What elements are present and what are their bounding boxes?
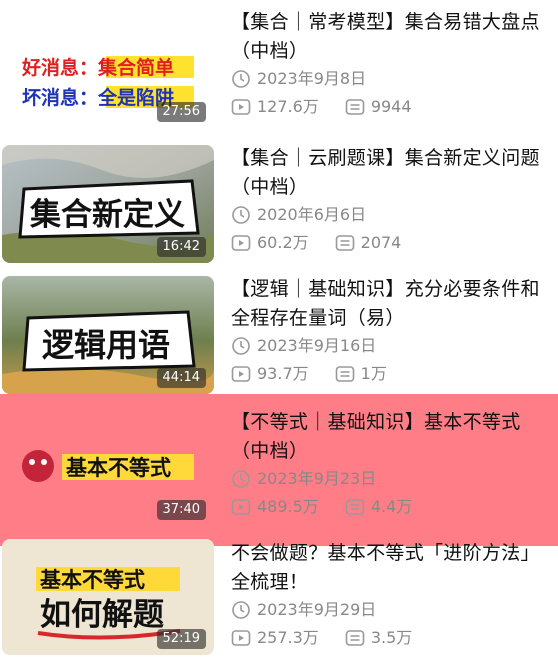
thumb-line-1: 好消息：集合简单 xyxy=(21,56,174,79)
thumb-line-2: 坏消息：全是陷阱 xyxy=(22,86,174,109)
thumb-line-1: 基本不等式 xyxy=(40,568,145,592)
view-count-value: 489.5万 xyxy=(257,497,319,516)
comment-count: 9944 xyxy=(345,96,412,118)
video-item-highlighted[interactable]: 基本不等式 37:40 【不等式｜基础知识】基本不等式（中档） 2023年9月2… xyxy=(0,394,558,546)
video-thumbnail[interactable]: 好消息：集合简单 坏消息：全是陷阱 27:56 xyxy=(2,10,214,128)
play-icon xyxy=(231,235,251,251)
comment-count-value: 4.4万 xyxy=(370,497,413,516)
video-date: 2023年9月23日 xyxy=(257,469,377,488)
video-title[interactable]: 【逻辑｜基础知识】充分必要条件和全程存在量词（易） xyxy=(231,275,549,333)
video-list: 好消息：集合简单 坏消息：全是陷阱 27:56 【集合｜常考模型】集合易错大盘点… xyxy=(0,0,558,664)
video-date: 2023年9月16日 xyxy=(257,336,377,355)
video-title[interactable]: 【不等式｜基础知识】基本不等式（中档） xyxy=(231,408,549,466)
clock-icon xyxy=(232,337,250,355)
video-date: 2023年9月29日 xyxy=(257,600,377,619)
view-count: 60.2万 xyxy=(231,232,309,254)
video-title[interactable]: 【集合｜常考模型】集合易错大盘点（中档） xyxy=(231,8,549,66)
view-count-value: 60.2万 xyxy=(257,233,309,252)
comment-count: 3.5万 xyxy=(345,627,412,649)
comment-icon xyxy=(345,630,365,646)
video-thumbnail[interactable]: 基本不等式 如何解题 52:19 xyxy=(2,539,214,655)
video-duration: 27:56 xyxy=(156,102,206,122)
view-count-value: 127.6万 xyxy=(257,97,319,116)
comment-count-value: 1万 xyxy=(360,364,387,383)
video-info: 【集合｜云刷题课】集合新定义问题（中档） 2020年6月6日 60.2万 207… xyxy=(231,144,549,254)
video-date: 2020年6月6日 xyxy=(257,205,367,224)
video-item[interactable]: 集合新定义 16:42 【集合｜云刷题课】集合新定义问题（中档） 2020年6月… xyxy=(0,130,558,263)
play-icon xyxy=(231,630,251,646)
view-count: 93.7万 xyxy=(231,363,309,385)
comment-icon xyxy=(345,499,365,515)
video-stats-row: 489.5万 4.4万 xyxy=(231,496,549,518)
comment-count: 4.4万 xyxy=(345,496,412,518)
view-count-value: 257.3万 xyxy=(257,628,319,647)
comment-count-value: 2074 xyxy=(360,233,402,252)
view-count: 127.6万 xyxy=(231,96,319,118)
video-info: 【不等式｜基础知识】基本不等式（中档） 2023年9月23日 489.5万 4.… xyxy=(231,408,549,518)
video-title[interactable]: 【集合｜云刷题课】集合新定义问题（中档） xyxy=(231,144,549,202)
clock-icon xyxy=(232,470,250,488)
video-title[interactable]: 不会做题？基本不等式「进阶方法」全梳理！ xyxy=(231,539,549,597)
clock-icon xyxy=(232,206,250,224)
video-date-row: 2023年9月16日 xyxy=(231,335,549,357)
video-stats-row: 93.7万 1万 xyxy=(231,363,549,385)
video-thumbnail[interactable]: 集合新定义 16:42 xyxy=(2,145,214,263)
video-duration: 44:14 xyxy=(156,368,206,388)
video-info: 【集合｜常考模型】集合易错大盘点（中档） 2023年9月8日 127.6万 99… xyxy=(231,8,549,118)
video-date: 2023年9月8日 xyxy=(257,69,367,88)
comment-icon xyxy=(335,235,354,251)
video-date-row: 2023年9月23日 xyxy=(231,468,549,490)
play-icon xyxy=(231,366,251,382)
video-thumbnail[interactable]: 逻辑用语 44:14 xyxy=(2,276,214,394)
video-duration: 37:40 xyxy=(156,500,206,520)
comment-count-value: 3.5万 xyxy=(370,628,413,647)
comment-count: 1万 xyxy=(335,363,387,385)
comment-count-value: 9944 xyxy=(370,97,412,116)
video-item[interactable]: 好消息：集合简单 坏消息：全是陷阱 27:56 【集合｜常考模型】集合易错大盘点… xyxy=(0,0,558,130)
video-date-row: 2020年6月6日 xyxy=(231,204,549,226)
video-date-row: 2023年9月8日 xyxy=(231,68,549,90)
video-stats-row: 127.6万 9944 xyxy=(231,96,549,118)
video-item[interactable]: 逻辑用语 44:14 【逻辑｜基础知识】充分必要条件和全程存在量词（易） 202… xyxy=(0,263,558,394)
comment-icon xyxy=(335,366,354,382)
video-stats-row: 60.2万 2074 xyxy=(231,232,549,254)
video-duration: 16:42 xyxy=(156,237,206,257)
clock-icon xyxy=(232,70,250,88)
clock-icon xyxy=(232,601,250,619)
video-duration: 52:19 xyxy=(156,629,206,649)
view-count: 489.5万 xyxy=(231,496,319,518)
play-icon xyxy=(231,499,251,515)
play-icon xyxy=(231,99,251,115)
comment-icon xyxy=(345,99,365,115)
thumb-line-1: 集合新定义 xyxy=(29,197,185,233)
thumb-line-1: 逻辑用语 xyxy=(42,326,170,364)
view-count: 257.3万 xyxy=(231,627,319,649)
thumb-line-2: 如何解题 xyxy=(40,597,164,633)
thumb-line-1: 基本不等式 xyxy=(66,456,171,480)
video-item[interactable]: 基本不等式 如何解题 52:19 不会做题？基本不等式「进阶方法」全梳理！ 20… xyxy=(0,535,558,665)
video-info: 【逻辑｜基础知识】充分必要条件和全程存在量词（易） 2023年9月16日 93.… xyxy=(231,275,549,385)
comment-count: 2074 xyxy=(335,232,402,254)
view-count-value: 93.7万 xyxy=(257,364,309,383)
video-thumbnail[interactable]: 基本不等式 37:40 xyxy=(2,408,214,526)
video-stats-row: 257.3万 3.5万 xyxy=(231,627,549,649)
video-info: 不会做题？基本不等式「进阶方法」全梳理！ 2023年9月29日 257.3万 3… xyxy=(231,539,549,649)
video-date-row: 2023年9月29日 xyxy=(231,599,549,621)
